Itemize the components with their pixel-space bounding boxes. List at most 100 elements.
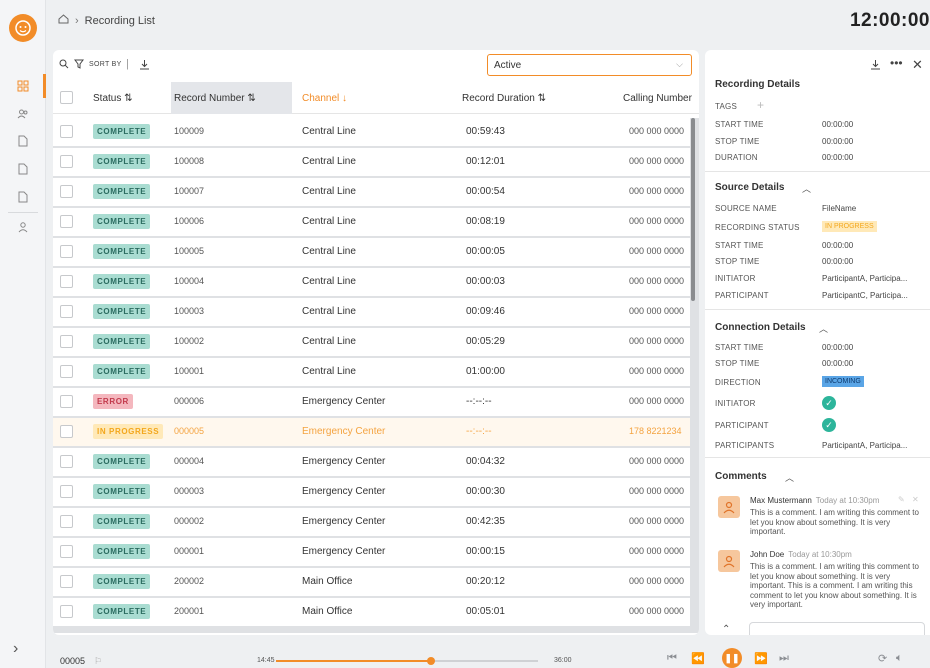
table-row[interactable]: IN PROGRESS 000005 Emergency Center --:--:-…: [53, 418, 690, 446]
source-participant-value: ParticipantC, Participa...: [822, 291, 908, 300]
flag-icon[interactable]: ⚐: [94, 656, 102, 667]
table-row[interactable]: COMPLETE 100008 Central Line 00:12:01 000 00…: [53, 148, 690, 176]
row-checkbox[interactable]: [60, 605, 73, 618]
status-badge: COMPLETE: [93, 484, 151, 499]
chevron-up-icon[interactable]: ︿: [802, 182, 811, 195]
table-row[interactable]: COMPLETE 200002 Main Office 00:20:12 000 000…: [53, 568, 690, 596]
table-row[interactable]: COMPLETE 200001 Main Office 00:05:01 000 000…: [53, 598, 690, 626]
row-checkbox[interactable]: [60, 305, 73, 318]
user-icon[interactable]: [14, 218, 32, 236]
status-filter-select[interactable]: Active ⌵: [487, 54, 692, 76]
row-checkbox[interactable]: [60, 155, 73, 168]
status-badge: COMPLETE: [93, 184, 151, 199]
comment-input[interactable]: [749, 622, 925, 635]
skip-to-start-icon[interactable]: ⏮: [667, 652, 677, 665]
column-header-status[interactable]: Status ⇅: [93, 93, 133, 104]
table-row[interactable]: COMPLETE 000003 Emergency Center 00:00:30 00…: [53, 478, 690, 506]
record-number: 100006: [174, 216, 205, 226]
volume-icon[interactable]: 🔈︎: [896, 652, 903, 665]
row-checkbox[interactable]: [60, 395, 73, 408]
document-icon[interactable]: [14, 160, 32, 178]
calling-number: 000 000 0000: [629, 606, 685, 616]
record-number: 000003: [174, 486, 205, 496]
table-row[interactable]: COMPLETE 100004 Central Line 00:00:03 000 00…: [53, 268, 690, 296]
document-icon[interactable]: [14, 188, 32, 206]
skip-to-end-icon[interactable]: ⏭: [779, 652, 789, 665]
record-duration: 00:00:30: [466, 486, 505, 497]
download-icon[interactable]: [870, 59, 881, 73]
table-body[interactable]: COMPLETE 100009 Central Line 00:59:43 000 00…: [53, 118, 699, 633]
row-checkbox[interactable]: [60, 365, 73, 378]
table-row[interactable]: COMPLETE 100003 Central Line 00:09:46 000 00…: [53, 298, 690, 326]
table-row[interactable]: COMPLETE 100002 Central Line 00:05:29 000 00…: [53, 328, 690, 356]
direction-badge: INCOMING: [822, 376, 864, 387]
close-icon[interactable]: ✕: [912, 57, 923, 73]
delete-icon[interactable]: ✕: [912, 495, 919, 504]
home-icon[interactable]: [58, 14, 69, 27]
table-row[interactable]: ERROR 000006 Emergency Center --:--:-- 000 0…: [53, 388, 690, 416]
table-row[interactable]: COMPLETE 100007 Central Line 00:00:54 000 00…: [53, 178, 690, 206]
edit-icon[interactable]: ✎: [898, 495, 905, 504]
expand-sidebar-icon[interactable]: ›: [13, 640, 18, 658]
rewind-icon[interactable]: ⏪: [691, 652, 705, 665]
row-checkbox[interactable]: [60, 455, 73, 468]
row-checkbox[interactable]: [60, 125, 73, 138]
column-header-channel[interactable]: Channel ↓: [302, 93, 347, 104]
duration-value: 00:00:00: [822, 153, 854, 162]
column-header-record-duration[interactable]: Record Duration ⇅: [462, 93, 546, 104]
row-checkbox[interactable]: [60, 485, 73, 498]
row-checkbox[interactable]: [60, 215, 73, 228]
section-divider: [705, 457, 930, 458]
record-number: 200002: [174, 576, 205, 586]
filter-icon[interactable]: [74, 59, 84, 72]
sort-by-button[interactable]: SORT BY: [89, 61, 122, 68]
row-checkbox[interactable]: [60, 575, 73, 588]
row-checkbox[interactable]: [60, 185, 73, 198]
table-row[interactable]: COMPLETE 100009 Central Line 00:59:43 000 00…: [53, 118, 690, 146]
download-icon[interactable]: [139, 59, 150, 73]
users-icon[interactable]: [14, 105, 32, 123]
chevron-up-icon[interactable]: ︿: [785, 471, 794, 484]
document-icon[interactable]: [14, 132, 32, 150]
connection-details-title[interactable]: Connection Details: [715, 322, 806, 333]
table-row[interactable]: COMPLETE 000001 Emergency Center 00:00:15 00…: [53, 538, 690, 566]
record-duration: 00:09:46: [466, 306, 505, 317]
playback-progress[interactable]: [276, 657, 538, 665]
row-checkbox[interactable]: [60, 275, 73, 288]
chevron-up-icon[interactable]: ⌃: [722, 624, 731, 635]
row-checkbox[interactable]: [60, 425, 73, 438]
app-logo[interactable]: [9, 14, 37, 42]
source-initiator-value: ParticipantA, Participa...: [822, 274, 908, 283]
record-duration: 00:42:35: [466, 516, 505, 527]
table-row[interactable]: COMPLETE 100006 Central Line 00:08:19 000 00…: [53, 208, 690, 236]
row-checkbox[interactable]: [60, 545, 73, 558]
select-all-checkbox[interactable]: [60, 91, 73, 104]
fast-forward-icon[interactable]: ⏩: [754, 652, 768, 665]
column-header-calling-number[interactable]: Calling Number: [623, 93, 692, 104]
comments-title[interactable]: Comments: [715, 471, 767, 482]
search-icon[interactable]: [59, 59, 69, 72]
more-options-icon[interactable]: •••: [890, 56, 903, 70]
table-row[interactable]: COMPLETE 100001 Central Line 01:00:00 000 00…: [53, 358, 690, 386]
table-scrollbar[interactable]: [691, 118, 695, 301]
table-row[interactable]: COMPLETE 000004 Emergency Center 00:04:32 00…: [53, 448, 690, 476]
loop-icon[interactable]: ⟳: [878, 652, 887, 665]
playback-scrubber[interactable]: [427, 657, 435, 665]
record-duration: --:--:--: [466, 426, 492, 437]
sort-icon: ⇅: [247, 93, 256, 104]
chevron-up-icon[interactable]: ︿: [819, 322, 828, 335]
list-toolbar: SORT BY | Active ⌵: [53, 50, 699, 82]
column-header-record-number[interactable]: Record Number ⇅: [174, 93, 256, 104]
recordings-list-icon[interactable]: [14, 77, 32, 95]
record-number: 100003: [174, 306, 205, 316]
add-tag-icon[interactable]: +: [757, 98, 764, 112]
table-row[interactable]: COMPLETE 000002 Emergency Center 00:42:35 00…: [53, 508, 690, 536]
table-row[interactable]: COMPLETE 100005 Central Line 00:00:05 000 00…: [53, 238, 690, 266]
pause-button[interactable]: ❚❚: [722, 648, 742, 668]
source-details-title[interactable]: Source Details: [715, 182, 784, 193]
row-checkbox[interactable]: [60, 515, 73, 528]
playback-progress-fill: [276, 660, 431, 662]
row-checkbox[interactable]: [60, 245, 73, 258]
row-checkbox[interactable]: [60, 335, 73, 348]
sort-icon: ⇅: [124, 93, 133, 104]
